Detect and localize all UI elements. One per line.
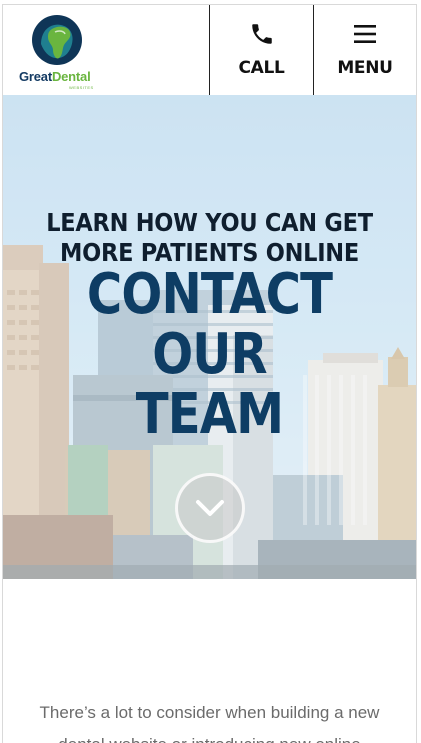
menu-button[interactable]: MENU: [313, 5, 416, 95]
hero-kicker: LEARN HOW YOU CAN GET MORE PATIENTS ONLI…: [24, 208, 396, 268]
intro-line-2: dental website or introducing new online: [31, 729, 388, 743]
call-label: CALL: [238, 58, 285, 78]
phone-icon: [251, 24, 272, 44]
page-frame: GreatDental WEBSITES CALL MENU LEARN HOW…: [2, 4, 417, 743]
hero-title: CONTACT OUR TEAM: [32, 265, 387, 445]
intro-line-1: There’s a lot to consider when building …: [39, 703, 380, 722]
logo-word-dental: Dental: [51, 69, 91, 84]
call-button[interactable]: CALL: [209, 5, 313, 95]
scroll-down-button[interactable]: [175, 473, 245, 543]
chevron-down-icon: [196, 500, 224, 516]
tooth-logo-icon: [32, 15, 82, 65]
logo-word-great: Great: [19, 69, 52, 84]
logo-link[interactable]: GreatDental WEBSITES: [17, 14, 97, 90]
hero-kicker-line-1: LEARN HOW YOU CAN GET: [46, 208, 373, 237]
hamburger-icon: [354, 25, 376, 43]
hero-banner: LEARN HOW YOU CAN GET MORE PATIENTS ONLI…: [3, 95, 416, 579]
hero-title-line-2: TEAM: [135, 382, 284, 447]
site-header: GreatDental WEBSITES CALL MENU: [3, 5, 416, 95]
hero-title-line-1: CONTACT OUR: [86, 262, 333, 387]
logo-wordmark: GreatDental: [19, 69, 99, 84]
logo-subtitle: WEBSITES: [69, 85, 94, 90]
intro-paragraph: There’s a lot to consider when building …: [3, 697, 416, 743]
menu-label: MENU: [337, 58, 393, 78]
